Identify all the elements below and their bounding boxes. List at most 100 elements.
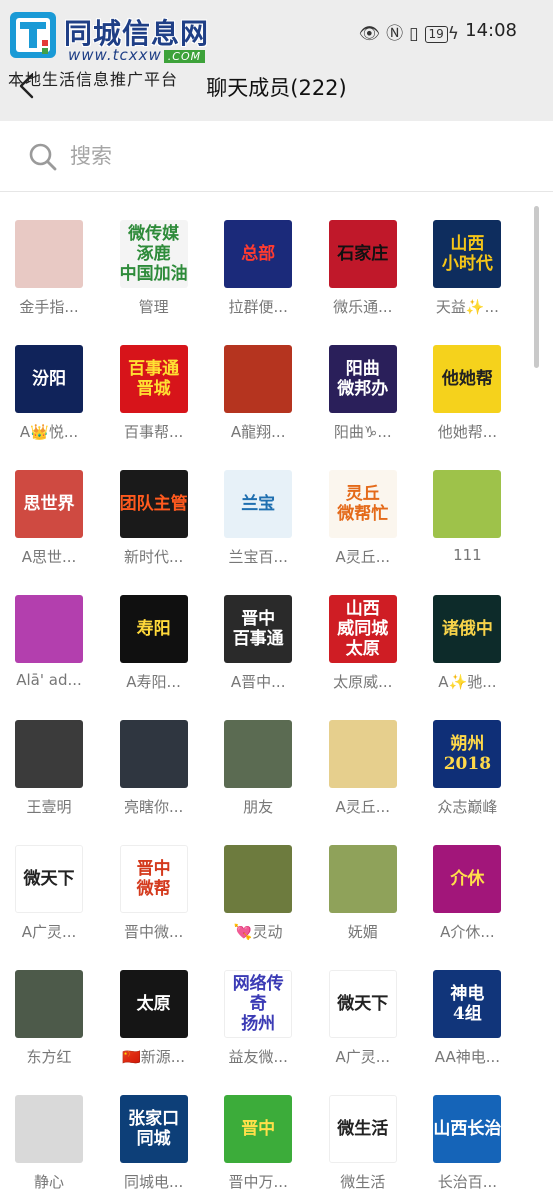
member-avatar[interactable]: [224, 345, 293, 413]
member-item[interactable]: 网络传奇 扬州 益友微...: [206, 942, 310, 1066]
member-item[interactable]: 百事通 晋城百事帮...: [102, 317, 206, 441]
charging-icon: ϟ: [447, 24, 465, 44]
member-item[interactable]: 阳曲 微邦办 阳曲♑...: [311, 317, 415, 441]
member-avatar[interactable]: 微传媒 涿鹿 中国加油: [119, 220, 188, 288]
member-item[interactable]: 思世界 A思世...: [0, 442, 101, 566]
member-avatar[interactable]: 山西长治: [433, 1095, 502, 1163]
member-item[interactable]: 微天下 A广灵...: [311, 942, 415, 1066]
member-avatar[interactable]: [15, 1095, 83, 1163]
member-avatar[interactable]: 神电 4组: [433, 970, 502, 1038]
member-avatar[interactable]: [15, 970, 83, 1038]
member-avatar[interactable]: 灵丘 微帮忙: [328, 470, 397, 538]
member-avatar[interactable]: 汾阳: [15, 345, 83, 413]
member-avatar-text: 张家口 同城: [128, 1109, 180, 1149]
search-input[interactable]: [70, 140, 470, 172]
member-avatar[interactable]: 百事通 晋城: [119, 345, 188, 413]
member-avatar[interactable]: 介休: [433, 845, 502, 913]
member-item[interactable]: 太原 🇨🇳新源...: [102, 942, 206, 1066]
member-item[interactable]: 诸俄中 A✨驰...: [415, 567, 519, 691]
member-avatar[interactable]: [328, 845, 397, 913]
member-item[interactable]: 王壹明: [0, 692, 101, 816]
member-avatar[interactable]: 山西 小时代: [433, 220, 502, 288]
member-avatar[interactable]: 山西 威同城 太原: [328, 595, 397, 663]
member-item[interactable]: 寿阳 A寿阳...: [102, 567, 206, 691]
member-item[interactable]: 晋中 微帮 晋中微...: [102, 817, 206, 941]
member-avatar[interactable]: 晋中: [224, 1095, 293, 1163]
member-item[interactable]: 山西长治 长治百...: [415, 1067, 519, 1191]
member-avatar-text: 微天下: [23, 869, 75, 889]
eye-icon: 👁: [358, 24, 387, 44]
member-avatar[interactable]: 晋中 微帮: [119, 845, 188, 913]
member-item[interactable]: 东方红: [0, 942, 101, 1066]
member-avatar-text: 团队主管: [119, 494, 188, 514]
member-avatar[interactable]: [224, 720, 293, 788]
member-item[interactable]: 朋友: [206, 692, 310, 816]
member-item[interactable]: 亮瞎你...: [102, 692, 206, 816]
search-bar[interactable]: [0, 121, 553, 192]
member-item[interactable]: 金手指...: [0, 192, 101, 316]
member-item[interactable]: 朔州 2018 众志巅峰: [415, 692, 519, 816]
member-avatar[interactable]: 寿阳: [119, 595, 188, 663]
member-item[interactable]: 山西 小时代 天益✨...: [415, 192, 519, 316]
member-avatar[interactable]: 思世界: [15, 470, 83, 538]
member-item[interactable]: A灵丘...: [311, 692, 415, 816]
member-item[interactable]: 介休 A介休...: [415, 817, 519, 941]
member-item[interactable]: 微生活 微生活: [311, 1067, 415, 1191]
member-name: A思世...: [21, 548, 77, 566]
member-item[interactable]: 汾阳 A👑悦...: [0, 317, 101, 441]
member-avatar[interactable]: [224, 845, 293, 913]
member-avatar[interactable]: 朔州 2018: [433, 720, 502, 788]
member-avatar[interactable]: 兰宝: [224, 470, 293, 538]
member-avatar-text: 诸俄中: [441, 619, 493, 639]
vibrate-icon: ▯: [409, 24, 425, 44]
member-name: 金手指...: [19, 298, 79, 316]
member-name: 朋友: [243, 798, 274, 816]
member-avatar[interactable]: 网络传奇 扬州: [224, 970, 293, 1038]
member-avatar-text: 微传媒 涿鹿 中国加油: [119, 224, 188, 284]
member-avatar[interactable]: 石家庄: [328, 220, 397, 288]
member-avatar[interactable]: 阳曲 微邦办: [328, 345, 397, 413]
member-avatar[interactable]: 微天下: [328, 970, 397, 1038]
member-avatar[interactable]: 太原: [119, 970, 188, 1038]
member-avatar[interactable]: [433, 470, 502, 538]
member-avatar[interactable]: [119, 720, 188, 788]
member-item[interactable]: 他她帮 他她帮...: [415, 317, 519, 441]
member-avatar[interactable]: [15, 595, 83, 663]
member-name: 妩媚: [347, 923, 378, 941]
member-name: A✨驰...: [438, 673, 497, 691]
member-avatar[interactable]: [15, 220, 83, 288]
member-item[interactable]: 神电 4组 AA神电...: [415, 942, 519, 1066]
member-item[interactable]: 兰宝 兰宝百...: [206, 442, 310, 566]
member-item[interactable]: 微天下 A广灵...: [0, 817, 101, 941]
member-item[interactable]: 晋中 晋中万...: [206, 1067, 310, 1191]
member-item[interactable]: 总部拉群便...: [206, 192, 310, 316]
member-name: AA神电...: [434, 1048, 501, 1066]
member-item[interactable]: 妩媚: [311, 817, 415, 941]
member-avatar[interactable]: [328, 720, 397, 788]
member-item[interactable]: 石家庄 微乐通...: [311, 192, 415, 316]
member-item[interactable]: 团队主管 新时代...: [102, 442, 206, 566]
member-item[interactable]: 灵丘 微帮忙 A灵丘...: [311, 442, 415, 566]
member-item[interactable]: 微传媒 涿鹿 中国加油 管理: [102, 192, 206, 316]
member-item[interactable]: 111: [415, 442, 519, 564]
member-item[interactable]: 山西 威同城 太原 太原威...: [311, 567, 415, 691]
member-item[interactable]: A龍翔...: [206, 317, 310, 441]
member-avatar[interactable]: 微天下: [15, 845, 83, 913]
member-avatar[interactable]: 张家口 同城: [119, 1095, 188, 1163]
member-name: 王壹明: [26, 798, 72, 816]
member-item[interactable]: 💘灵动: [206, 817, 310, 941]
member-item[interactable]: 张家口 同城 同城电...: [102, 1067, 206, 1191]
member-item[interactable]: Alā' ad...: [0, 567, 101, 689]
member-name: 拉群便...: [228, 298, 288, 316]
member-avatar[interactable]: 晋中 百事通: [224, 595, 293, 663]
member-avatar[interactable]: [15, 720, 83, 788]
member-avatar[interactable]: 总部: [224, 220, 293, 288]
member-avatar[interactable]: 微生活: [328, 1095, 397, 1163]
member-item[interactable]: 静心: [0, 1067, 101, 1191]
member-item[interactable]: 晋中 百事通 A晋中...: [206, 567, 310, 691]
member-avatar[interactable]: 团队主管: [119, 470, 188, 538]
member-name: 百事帮...: [123, 423, 184, 441]
scrollbar[interactable]: [534, 206, 539, 368]
member-avatar[interactable]: 他她帮: [433, 345, 502, 413]
member-avatar[interactable]: 诸俄中: [433, 595, 502, 663]
